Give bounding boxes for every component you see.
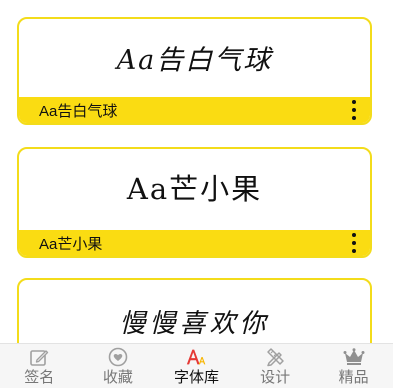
crown-icon [343, 347, 365, 367]
tab-label: 签名 [24, 368, 55, 386]
font-name-label: Aa告白气球 [39, 102, 118, 120]
font-name-bar: Aa芒小果 [19, 230, 370, 256]
font-name-bar: Aa告白气球 [19, 97, 370, 123]
font-library-icon [185, 347, 207, 367]
more-options-icon[interactable] [351, 100, 357, 120]
font-card[interactable]: 慢慢喜欢你 [17, 278, 372, 343]
font-preview: Aa芒小果 [126, 172, 263, 206]
heart-icon [107, 347, 129, 367]
font-card[interactable]: Aa告白气球 Aa告白气球 [17, 17, 372, 125]
font-preview: Aa告白气球 [116, 44, 273, 76]
tab-label: 精品 [338, 368, 369, 386]
tab-label: 收藏 [102, 368, 133, 386]
tab-label: 设计 [260, 368, 291, 386]
tab-premium[interactable]: 精品 [314, 344, 393, 388]
font-name-label: Aa芒小果 [39, 235, 103, 253]
tab-favorites[interactable]: 收藏 [79, 344, 158, 388]
design-tools-icon [264, 347, 286, 367]
tab-design[interactable]: 设计 [236, 344, 315, 388]
font-card[interactable]: Aa芒小果 Aa芒小果 [17, 147, 372, 258]
tab-signature[interactable]: 签名 [0, 344, 79, 388]
bottom-tab-bar: 签名 收藏 字体库 设计 精品 [0, 343, 393, 388]
font-preview: 慢慢喜欢你 [119, 308, 270, 339]
more-options-icon[interactable] [351, 233, 357, 253]
font-list: Aa告白气球 Aa告白气球 Aa芒小果 Aa芒小果 慢慢喜欢你 [0, 0, 393, 343]
tab-font-library[interactable]: 字体库 [157, 344, 236, 388]
tab-label: 字体库 [173, 368, 219, 386]
edit-icon [28, 347, 50, 367]
